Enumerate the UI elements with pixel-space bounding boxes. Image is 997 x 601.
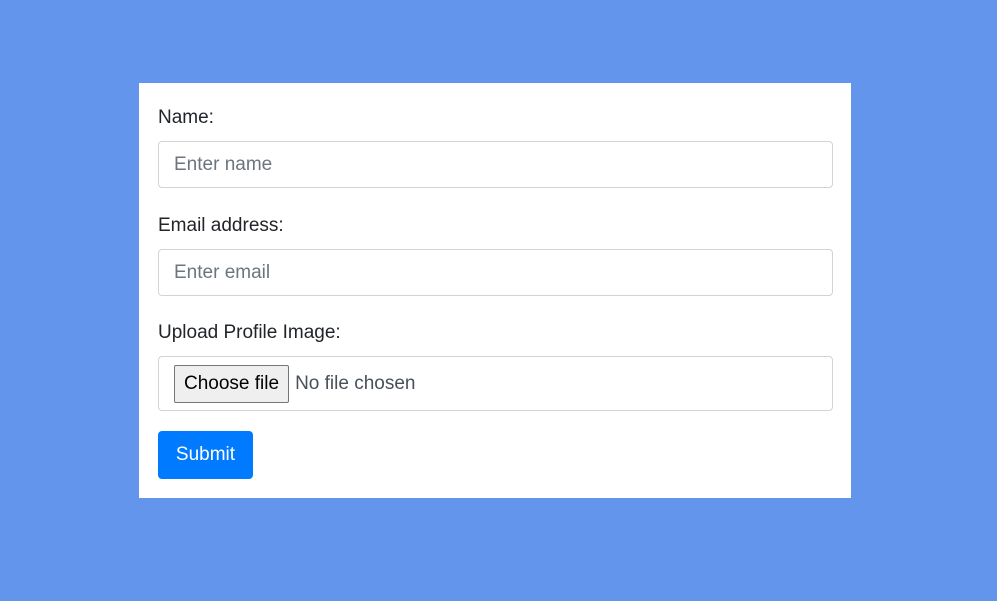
form-card: Name: Enter name Email address: Enter em… bbox=[139, 83, 851, 498]
file-status-text: No file chosen bbox=[295, 372, 416, 394]
email-label: Email address: bbox=[158, 215, 284, 236]
profile-image-file-input[interactable]: Choose file No file chosen bbox=[158, 356, 833, 411]
email-input[interactable]: Enter email bbox=[158, 249, 833, 296]
profile-image-label: Upload Profile Image: bbox=[158, 322, 341, 343]
name-input-placeholder: Enter name bbox=[174, 153, 273, 175]
name-input[interactable]: Enter name bbox=[158, 141, 833, 188]
choose-file-button[interactable]: Choose file bbox=[174, 364, 290, 403]
email-input-placeholder: Enter email bbox=[174, 261, 271, 283]
name-label: Name: bbox=[158, 107, 214, 128]
submit-button[interactable]: Submit bbox=[158, 431, 253, 479]
